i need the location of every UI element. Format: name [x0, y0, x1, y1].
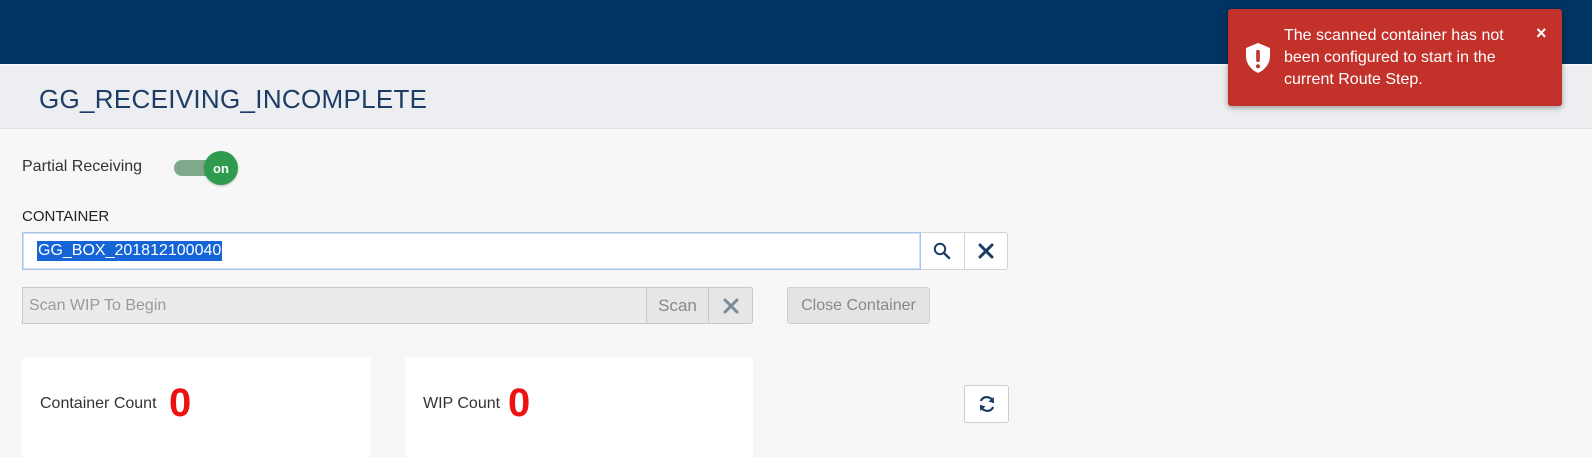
container-clear-button[interactable]: [964, 232, 1008, 270]
wip-clear-button[interactable]: [709, 287, 753, 324]
container-count-value: 0: [169, 381, 192, 425]
toggle-knob: on: [204, 151, 238, 185]
close-icon: [978, 243, 994, 259]
close-container-button[interactable]: Close Container: [787, 287, 930, 324]
wip-scan-input[interactable]: [22, 287, 647, 324]
container-input-group: GG_BOX_201812100040: [22, 232, 1008, 270]
toast-message: The scanned container has not been confi…: [1284, 27, 1504, 88]
error-toast: The scanned container has not been confi…: [1228, 9, 1562, 106]
search-icon: [934, 242, 951, 260]
scan-button[interactable]: Scan: [647, 287, 709, 324]
container-input[interactable]: GG_BOX_201812100040: [22, 232, 921, 270]
refresh-icon: [979, 396, 994, 412]
container-count-card: Container Count 0: [22, 357, 371, 457]
container-label: CONTAINER: [22, 208, 110, 225]
page-title: GG_RECEIVING_INCOMPLETE: [39, 84, 428, 114]
container-count-label: Container Count: [40, 395, 157, 412]
wip-count-label: WIP Count: [423, 395, 501, 412]
shield-alert-icon: [1246, 43, 1270, 73]
partial-receiving-label: Partial Receiving: [22, 158, 143, 175]
container-input-value: GG_BOX_201812100040: [37, 241, 223, 261]
close-icon: [723, 298, 738, 313]
wip-input-group: Scan: [22, 287, 753, 324]
wip-count-value: 0: [508, 381, 531, 425]
toast-close-button[interactable]: ×: [1536, 24, 1547, 42]
wip-count-card: WIP Count 0: [405, 357, 753, 457]
container-search-button[interactable]: [921, 232, 965, 270]
partial-receiving-toggle[interactable]: on: [174, 151, 238, 185]
refresh-button[interactable]: [964, 385, 1009, 423]
